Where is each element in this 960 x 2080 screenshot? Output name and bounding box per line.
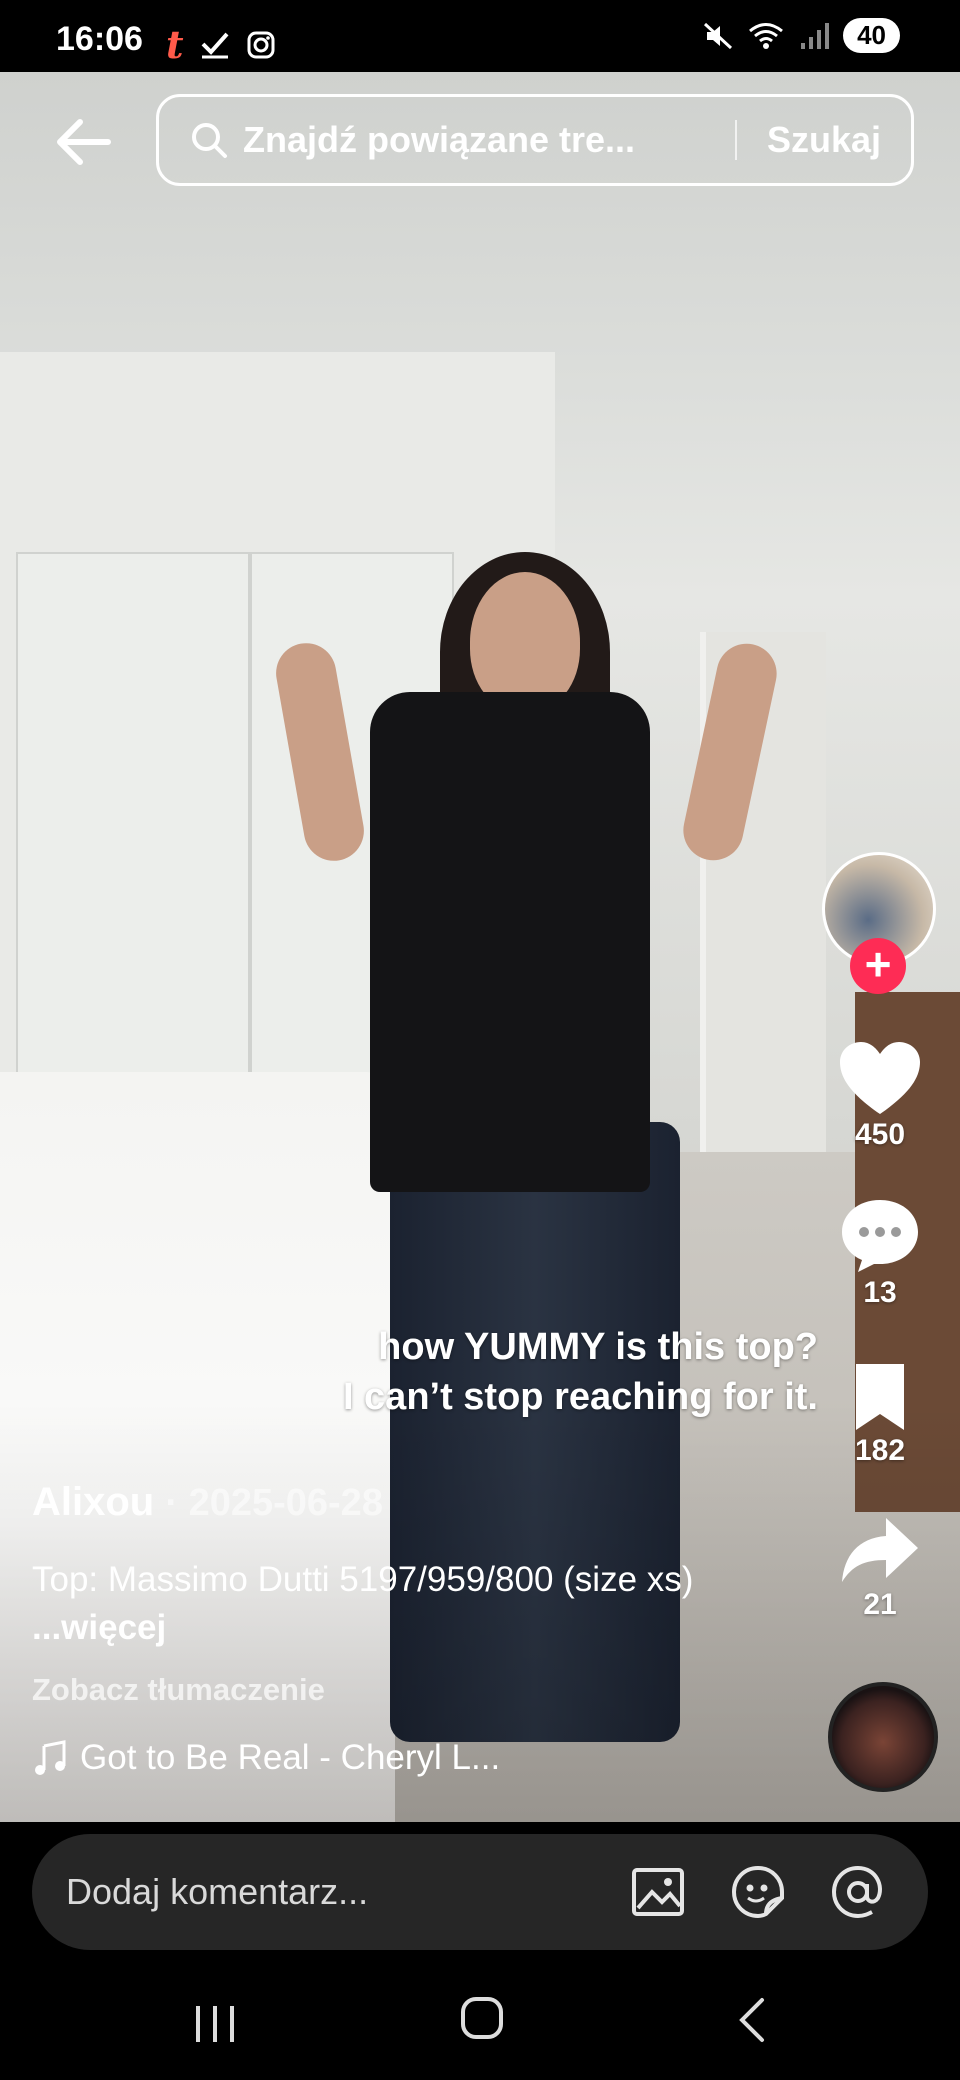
share-count: 21: [863, 1588, 897, 1621]
author-name[interactable]: Alixou: [32, 1480, 154, 1524]
bookmark-icon: [856, 1364, 904, 1430]
share-button[interactable]: 21: [830, 1516, 930, 1622]
share-arrow-icon: [842, 1518, 918, 1582]
image-icon[interactable]: [628, 1862, 688, 1922]
description-text: Top: Massimo Dutti 5197/959/800 (size xs…: [32, 1560, 694, 1599]
comment-bar[interactable]: Dodaj komentarz...: [32, 1834, 928, 1950]
search-bar[interactable]: Znajdź powiązane tre... Szukaj: [156, 94, 914, 186]
save-count: 182: [854, 1434, 906, 1467]
signal-icon: [801, 22, 830, 49]
music-disc-avatar[interactable]: [828, 1682, 938, 1792]
back-arrow-icon[interactable]: [52, 110, 116, 174]
closet-door: [16, 552, 250, 1116]
caption-line: I can’t stop reaching for it.: [342, 1376, 818, 1418]
battery-indicator: 40: [843, 18, 900, 53]
follow-button[interactable]: +: [850, 938, 906, 994]
sticker-icon[interactable]: [728, 1862, 788, 1922]
person-top: [370, 692, 650, 1192]
comment-count: 13: [863, 1276, 897, 1309]
check-icon: [201, 32, 229, 58]
post-description[interactable]: Top: Massimo Dutti 5197/959/800 (size xs…: [32, 1556, 732, 1652]
music-title: Got to Be Real - Cheryl L...: [80, 1738, 501, 1777]
status-time: 16:06: [56, 20, 143, 58]
status-bar: 16:06 t 40: [0, 0, 960, 72]
translate-link[interactable]: Zobacz tłumaczenie: [32, 1672, 325, 1708]
back-nav-icon[interactable]: [736, 1996, 766, 2044]
wifi-icon: [749, 22, 784, 49]
person-face: [470, 572, 580, 712]
save-button[interactable]: 182: [830, 1362, 930, 1468]
heart-icon: [840, 1042, 920, 1114]
mute-icon: [704, 22, 733, 49]
caption-line: how YUMMY is this top?: [378, 1326, 818, 1368]
search-icon: [192, 123, 227, 158]
video-caption-overlay: how YUMMY is this top? I can’t stop reac…: [343, 1322, 818, 1422]
like-count: 450: [854, 1118, 906, 1151]
more-link[interactable]: ...więcej: [32, 1608, 166, 1647]
music-note-icon: [35, 1740, 66, 1775]
home-icon[interactable]: [460, 1996, 504, 2040]
music-track[interactable]: Got to Be Real - Cheryl L...: [32, 1738, 500, 1778]
author-line: Alixou · 2025-06-28: [32, 1480, 383, 1525]
search-button[interactable]: Szukaj: [767, 119, 881, 161]
mention-icon[interactable]: [828, 1862, 888, 1922]
search-divider: [734, 120, 737, 160]
like-button[interactable]: 450: [830, 1040, 930, 1152]
comment-bubble-icon: [842, 1200, 918, 1272]
search-input[interactable]: Znajdź powiązane tre...: [243, 119, 705, 161]
status-right-icons: 40: [703, 18, 900, 53]
post-date: · 2025-06-28: [165, 1482, 383, 1524]
instagram-icon: [247, 31, 275, 58]
status-left-icons: t: [166, 22, 276, 67]
comment-button[interactable]: 13: [830, 1196, 930, 1310]
recent-apps-icon[interactable]: [192, 2002, 238, 2046]
comment-input[interactable]: Dodaj komentarz...: [66, 1871, 628, 1913]
t-app-icon: t: [166, 22, 184, 67]
